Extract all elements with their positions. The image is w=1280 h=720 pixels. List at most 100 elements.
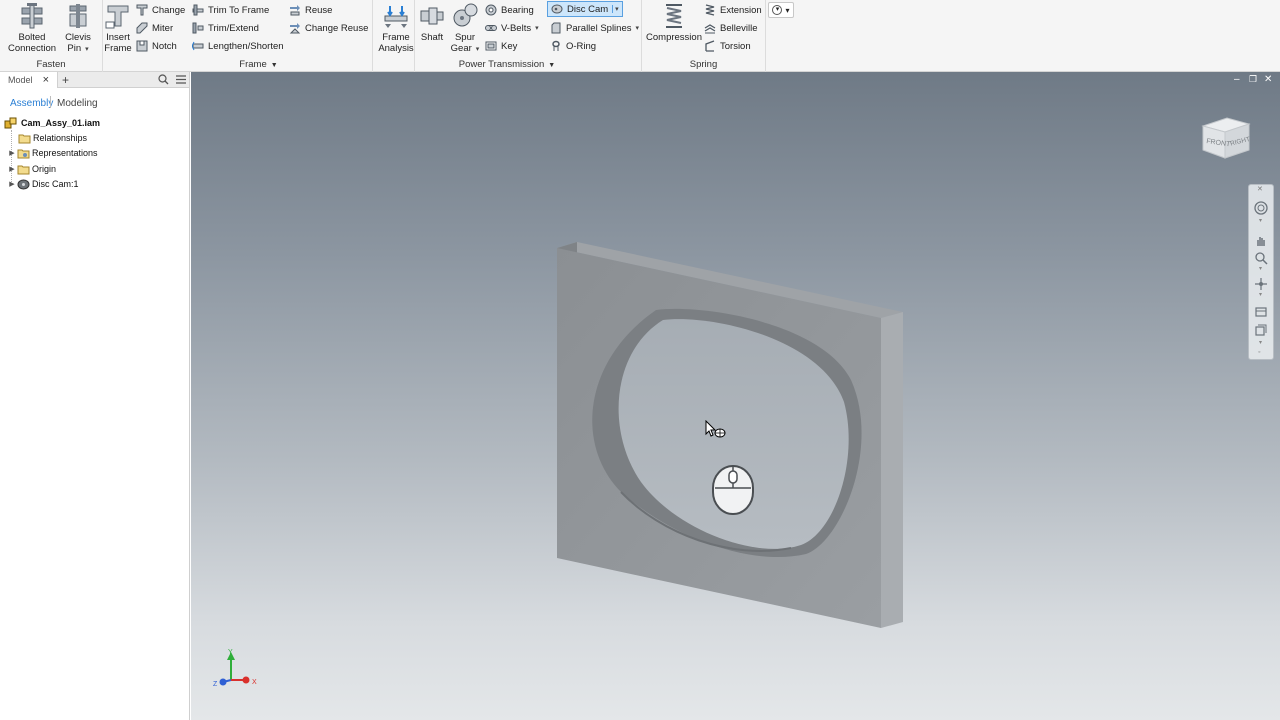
tree-item-assembly-root[interactable]: Cam_Assy_01.iam [4, 116, 100, 130]
expand-chevron-icon[interactable]: ▶ [7, 180, 17, 188]
parallel-splines-dropdown-icon[interactable]: ▾ [635, 24, 639, 32]
compression-button[interactable]: Compression [644, 2, 704, 43]
mouse-icon [712, 465, 754, 515]
navbar-close-icon[interactable]: ✕ [1257, 185, 1263, 193]
trim-to-frame-button[interactable]: Trim To Frame [192, 2, 269, 18]
insert-frame-label-2: Frame [104, 43, 132, 54]
spur-gear-label-2-text: Gear [450, 43, 472, 54]
parallel-splines-button[interactable]: Parallel Splines ▾ [550, 20, 639, 36]
ribbon-group-frame: Insert Frame Change Miter Notch Trim To … [103, 0, 415, 72]
frame-group-label[interactable]: Frame ▼ [103, 59, 414, 70]
tree-item-relationships[interactable]: Relationships [18, 131, 87, 145]
restore-window-icon[interactable]: ❐ [1249, 74, 1257, 85]
tab-model[interactable]: Model × [0, 72, 58, 88]
reuse-button[interactable]: Reuse [289, 2, 332, 18]
expand-chevron-icon[interactable]: ▶ [7, 165, 17, 173]
bearing-icon [485, 4, 497, 16]
search-icon[interactable] [158, 74, 169, 85]
change-reuse-label: Change Reuse [305, 22, 369, 34]
belleville-button[interactable]: Belleville [704, 20, 758, 36]
subtab-modeling[interactable]: Modeling [57, 98, 98, 109]
notch-button[interactable]: Notch [136, 38, 177, 54]
disc-cam-button[interactable]: Disc Cam ▾ [547, 1, 623, 17]
notch-label: Notch [152, 40, 177, 52]
ribbon-customize-dropdown[interactable]: ▾ ▾ [768, 2, 794, 18]
disc-cam-model[interactable] [551, 242, 911, 642]
chevron-down-icon: ▾ [785, 5, 790, 15]
pan-icon[interactable] [1254, 233, 1268, 247]
tree-item-origin[interactable]: ▶ Origin [7, 162, 56, 176]
power-transmission-group-label[interactable]: Power Transmission ▼ [373, 59, 641, 70]
o-ring-label: O-Ring [566, 40, 597, 52]
tree-item-label: Origin [32, 164, 57, 174]
hamburger-menu-icon[interactable] [176, 75, 186, 84]
model-browser-panel: Model × + Assembly Modeling Cam_Assy_01.… [0, 72, 190, 720]
miter-button[interactable]: Miter [136, 20, 173, 36]
frame-analysis-icon [384, 6, 408, 28]
key-button[interactable]: Key [485, 38, 517, 54]
tree-item-label: Representations [32, 148, 98, 158]
torsion-button[interactable]: Torsion [704, 38, 751, 54]
disc-cam-label: Disc Cam [567, 3, 609, 15]
bolted-connection-button[interactable]: Bolted Connection [6, 2, 58, 54]
navbar-chevron-icon[interactable]: ▾ [1259, 265, 1262, 272]
view-face-icon[interactable] [1254, 323, 1268, 337]
axis-y-label: Y [228, 649, 233, 656]
torsion-spring-icon [705, 40, 715, 52]
navbar-chevron-icon[interactable]: ▾ [1259, 291, 1262, 298]
v-belts-dropdown-icon[interactable]: ▾ [535, 24, 539, 32]
frame-analysis-button[interactable]: Frame Analysis [377, 2, 415, 54]
subtab-assembly[interactable]: Assembly [10, 98, 53, 109]
o-ring-button[interactable]: O-Ring [550, 38, 596, 54]
change-reuse-button[interactable]: Change Reuse [289, 20, 368, 36]
disc-cam-icon [551, 4, 563, 14]
add-tab-icon[interactable]: + [62, 72, 69, 88]
axis-triad: Y X Z [213, 649, 257, 688]
insert-frame-icon [105, 5, 129, 29]
close-icon[interactable]: × [43, 72, 49, 88]
spur-gear-button[interactable]: Spur Gear ▾ [450, 2, 480, 55]
insert-frame-button[interactable]: Insert Frame [103, 2, 133, 54]
miter-label: Miter [152, 22, 174, 34]
axis-x-label: X [252, 679, 257, 686]
clevis-pin-label-2: Pin ▾ [62, 43, 94, 55]
clevis-pin-dropdown-icon[interactable]: ▾ [85, 46, 89, 53]
lengthen-shorten-button[interactable]: Lengthen/Shorten [192, 38, 284, 54]
tree-item-representations[interactable]: ▶ Representations [7, 146, 98, 160]
tree-item-disc-cam[interactable]: ▶ Disc Cam:1 [7, 177, 79, 191]
clevis-pin-label-2-text: Pin [67, 43, 82, 54]
expand-chevron-icon[interactable]: ▶ [7, 149, 17, 157]
clevis-pin-button[interactable]: Clevis Pin ▾ [62, 2, 94, 55]
trim-extend-icon [192, 22, 204, 34]
disc-cam-dropdown-icon[interactable]: ▾ [612, 5, 619, 13]
power-transmission-dropdown-icon[interactable]: ▼ [548, 62, 555, 69]
spur-gear-dropdown-icon[interactable]: ▾ [476, 46, 480, 53]
ribbon-group-fasten: Bolted Connection Clevis Pin ▾ Fasten [0, 0, 103, 72]
v-belts-label: V-Belts [501, 22, 532, 34]
trim-to-frame-label: Trim To Frame [208, 4, 270, 16]
extension-spring-icon [705, 4, 715, 16]
bearing-button[interactable]: Bearing [485, 2, 534, 18]
close-window-icon[interactable]: ✕ [1264, 74, 1272, 85]
navbar-chevron-icon[interactable]: ▾ [1259, 217, 1262, 224]
navbar-options-icon[interactable]: ◦ [1258, 349, 1260, 356]
minimize-window-icon[interactable]: – [1234, 74, 1240, 85]
key-icon [485, 41, 497, 51]
navbar-chevron-icon[interactable]: ▾ [1259, 339, 1262, 346]
frame-group-dropdown-icon[interactable]: ▼ [271, 62, 278, 69]
viewcube[interactable]: FRONT RIGHT [1197, 112, 1253, 168]
bolted-connection-icon [21, 3, 43, 29]
folder-icon [18, 134, 31, 143]
steering-wheel-icon[interactable] [1254, 201, 1268, 215]
zoom-icon[interactable] [1254, 251, 1268, 265]
trim-extend-button[interactable]: Trim/Extend [192, 20, 259, 36]
shaft-button[interactable]: Shaft [418, 2, 446, 43]
bolted-connection-label-1: Bolted [18, 32, 46, 43]
v-belts-button[interactable]: V-Belts ▾ [485, 20, 539, 36]
extension-button[interactable]: Extension [704, 2, 762, 18]
orbit-icon[interactable] [1254, 277, 1268, 291]
change-button[interactable]: Change [136, 2, 185, 18]
change-reuse-icon [289, 23, 301, 34]
graphics-viewport[interactable]: – ❐ ✕ FRONT RIGHT ✕ ▾ ▾ ▾ ▾ ◦ Y X Z [191, 72, 1280, 720]
look-at-icon[interactable] [1254, 305, 1268, 319]
